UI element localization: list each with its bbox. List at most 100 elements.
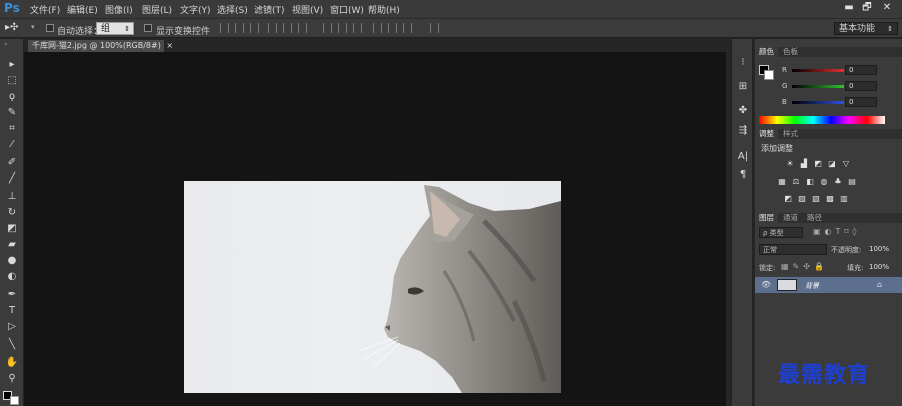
- levels-icon[interactable]: ▟: [799, 159, 809, 168]
- green-value[interactable]: 0: [845, 81, 877, 91]
- bg-color-swatch[interactable]: [764, 70, 774, 80]
- paragraph-panel-icon[interactable]: ¶: [737, 169, 749, 181]
- photo-filter-icon[interactable]: ◍: [819, 177, 829, 186]
- crop-tool-icon[interactable]: ⌗: [5, 123, 19, 135]
- brush-panel-icon[interactable]: ⇶: [737, 125, 749, 137]
- auto-align-icon[interactable]: [430, 23, 439, 33]
- eraser-tool-icon[interactable]: ◩: [5, 223, 19, 235]
- auto-select-dropdown[interactable]: 组 ⇕: [96, 22, 134, 35]
- cat-photo[interactable]: [184, 181, 561, 393]
- distribute-hcenter-icon[interactable]: [388, 23, 397, 33]
- selective-color-icon[interactable]: ▥: [839, 194, 849, 203]
- align-bottom-icon[interactable]: [250, 23, 259, 33]
- dodge-tool-icon[interactable]: ◐: [5, 271, 19, 283]
- align-vcenter-icon[interactable]: [235, 23, 244, 33]
- menu-type[interactable]: 文字(Y): [180, 3, 211, 16]
- blue-value[interactable]: 0: [845, 97, 877, 107]
- red-slider[interactable]: [792, 69, 844, 72]
- hand-tool-icon[interactable]: ✋: [5, 357, 19, 369]
- close-document-icon[interactable]: ×: [166, 41, 173, 50]
- document-tab[interactable]: 千库网-猫2.jpg @ 100%(RGB/8#) ×: [28, 40, 173, 52]
- history-panel-icon[interactable]: ⁝: [737, 57, 749, 69]
- black-white-icon[interactable]: ◧: [805, 177, 815, 186]
- distribute-right-icon[interactable]: [403, 23, 412, 33]
- distribute-top-icon[interactable]: [323, 23, 332, 33]
- menu-select[interactable]: 选择(S): [217, 3, 248, 16]
- opacity-value[interactable]: 100%: [869, 245, 889, 253]
- threshold-icon[interactable]: ▧: [811, 194, 821, 203]
- layer-filter-dropdown[interactable]: ρ 类型: [759, 227, 803, 238]
- tab-paths[interactable]: 路径: [803, 213, 826, 223]
- exposure-icon[interactable]: ◪: [827, 159, 837, 168]
- tab-styles[interactable]: 样式: [779, 129, 802, 139]
- hue-saturation-icon[interactable]: ▦: [777, 177, 787, 186]
- fill-value[interactable]: 100%: [869, 263, 889, 271]
- distribute-vcenter-icon[interactable]: [338, 23, 347, 33]
- character-panel-icon[interactable]: A|: [737, 151, 749, 163]
- close-window-button[interactable]: ✕: [880, 2, 894, 15]
- type-tool-icon[interactable]: T: [5, 305, 19, 317]
- color-lookup-icon[interactable]: ▤: [847, 177, 857, 186]
- move-tool-icon[interactable]: ▸: [5, 59, 19, 71]
- menu-edit[interactable]: 编辑(E): [67, 3, 98, 16]
- quick-select-tool-icon[interactable]: ✎: [5, 107, 19, 119]
- menu-view[interactable]: 视图(V): [292, 3, 323, 16]
- color-spectrum-bar[interactable]: [759, 116, 885, 124]
- tab-layers[interactable]: 图层: [755, 213, 778, 223]
- layer-row-background[interactable]: 👁 背景 ⌂: [755, 277, 902, 293]
- red-value[interactable]: 0: [845, 65, 877, 75]
- blend-mode-dropdown[interactable]: 正常: [759, 244, 827, 255]
- visibility-eye-icon[interactable]: 👁: [761, 280, 771, 289]
- brush-tool-icon[interactable]: ╱: [5, 173, 19, 185]
- move-tool-preset-icon[interactable]: ▸✣: [5, 22, 18, 33]
- pen-tool-icon[interactable]: ✒: [5, 289, 19, 301]
- menu-file[interactable]: 文件(F): [30, 3, 60, 16]
- healing-brush-tool-icon[interactable]: ✐: [5, 157, 19, 169]
- show-transform-checkbox[interactable]: [144, 24, 152, 32]
- zoom-tool-icon[interactable]: ⚲: [5, 373, 19, 385]
- invert-icon[interactable]: ◩: [783, 194, 793, 203]
- blue-slider[interactable]: [792, 101, 844, 104]
- preset-dropdown-arrow-icon[interactable]: ▾: [31, 23, 35, 31]
- brush-presets-panel-icon[interactable]: ✤: [737, 105, 749, 117]
- align-right-icon[interactable]: [298, 23, 307, 33]
- restore-button[interactable]: 🗗: [860, 2, 874, 15]
- tab-adjustments[interactable]: 调整: [755, 129, 778, 139]
- minimize-button[interactable]: ▬: [842, 2, 856, 15]
- tab-color[interactable]: 颜色: [755, 47, 778, 57]
- blur-tool-icon[interactable]: ●: [5, 255, 19, 267]
- layer-name[interactable]: 背景: [805, 281, 819, 291]
- properties-panel-icon[interactable]: ⊞: [737, 81, 749, 93]
- gradient-tool-icon[interactable]: ▰: [5, 239, 19, 251]
- menu-layer[interactable]: 图层(L): [142, 3, 172, 16]
- menu-window[interactable]: 窗口(W): [330, 3, 364, 16]
- marquee-tool-icon[interactable]: ⬚: [5, 75, 19, 87]
- distribute-left-icon[interactable]: [373, 23, 382, 33]
- tab-swatches[interactable]: 色板: [779, 47, 802, 57]
- lasso-tool-icon[interactable]: ϙ: [5, 91, 19, 103]
- eyedropper-tool-icon[interactable]: ⁄: [5, 139, 19, 151]
- tab-channels[interactable]: 通道: [779, 213, 802, 223]
- align-hcenter-icon[interactable]: [283, 23, 292, 33]
- align-top-icon[interactable]: [220, 23, 229, 33]
- background-color-swatch[interactable]: [10, 396, 19, 405]
- clone-stamp-tool-icon[interactable]: ⊥: [5, 191, 19, 203]
- color-balance-icon[interactable]: ⚖: [791, 177, 801, 186]
- auto-select-checkbox[interactable]: [46, 24, 54, 32]
- menu-help[interactable]: 帮助(H): [368, 3, 400, 16]
- menu-filter[interactable]: 滤镜(T): [254, 3, 285, 16]
- path-select-tool-icon[interactable]: ▷: [5, 321, 19, 333]
- green-slider[interactable]: [792, 85, 844, 88]
- lock-icons[interactable]: ▦✎✣🔒: [781, 262, 828, 271]
- channel-mixer-icon[interactable]: ♣: [833, 177, 843, 186]
- workspace-switcher[interactable]: 基本功能 ⇕: [834, 22, 898, 35]
- distribute-bottom-icon[interactable]: [353, 23, 362, 33]
- align-left-icon[interactable]: [268, 23, 277, 33]
- gradient-map-icon[interactable]: ▩: [825, 194, 835, 203]
- history-brush-tool-icon[interactable]: ↻: [5, 207, 19, 219]
- posterize-icon[interactable]: ▨: [797, 194, 807, 203]
- collapse-toolbox-icon[interactable]: »: [4, 41, 8, 48]
- layer-filter-icons[interactable]: ▣◐T⌑◊: [813, 227, 860, 236]
- brightness-contrast-icon[interactable]: ☀: [785, 159, 795, 168]
- curves-icon[interactable]: ◩: [813, 159, 823, 168]
